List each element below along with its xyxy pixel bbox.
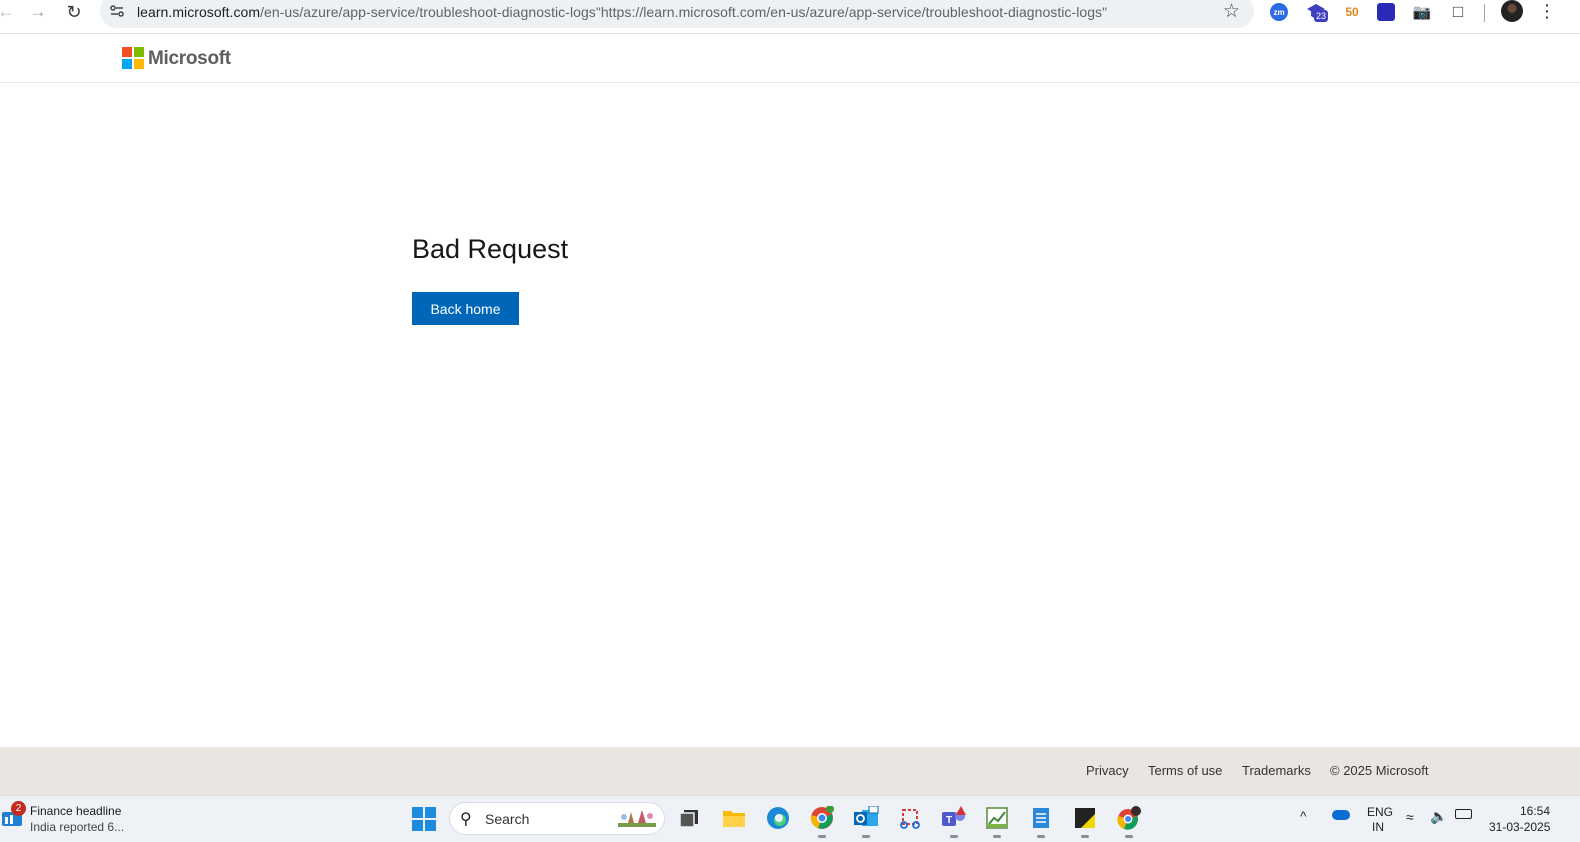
url-path: /en-us/azure/app-service/troubleshoot-di…: [260, 4, 1108, 20]
fifty-extension-icon[interactable]: 50: [1341, 1, 1363, 23]
footer-link-trademarks[interactable]: Trademarks: [1242, 763, 1311, 778]
url-domain: learn.microsoft.com: [137, 4, 261, 20]
snipping-tool-icon[interactable]: [896, 804, 924, 832]
file-explorer-icon[interactable]: [720, 804, 748, 832]
input-region[interactable]: IN: [1372, 820, 1384, 834]
url-text[interactable]: learn.microsoft.com/en-us/azure/app-serv…: [137, 4, 1107, 20]
camera-icon[interactable]: 📷: [1411, 1, 1433, 23]
back-arrow-icon[interactable]: ←: [0, 0, 20, 24]
extension-badge: 23: [1314, 10, 1329, 22]
footer-copyright: © 2025 Microsoft: [1330, 763, 1429, 778]
site-footer: Privacy Terms of use Trademarks © 2025 M…: [0, 747, 1580, 795]
task-view-icon[interactable]: [675, 804, 703, 832]
tray-overflow-chevron-icon[interactable]: ^: [1300, 808, 1307, 824]
search-placeholder: Search: [485, 811, 530, 827]
address-bar[interactable]: learn.microsoft.com/en-us/azure/app-serv…: [100, 0, 1254, 28]
news-badge: 2: [11, 801, 26, 816]
graduation-cap-extension-icon[interactable]: 23: [1305, 1, 1329, 23]
footer-link-privacy[interactable]: Privacy: [1086, 763, 1129, 778]
news-subtitle: India reported 6...: [30, 820, 125, 834]
windows-taskbar: 2 Finance headline India reported 6... ⚲…: [0, 795, 1580, 842]
footer-link-terms[interactable]: Terms of use: [1148, 763, 1222, 778]
chart-extension-icon[interactable]: [1375, 1, 1397, 23]
outlook-icon[interactable]: [852, 804, 880, 838]
reload-icon[interactable]: ↻: [60, 0, 88, 24]
clock-time[interactable]: 16:54: [1520, 804, 1550, 818]
site-header: Microsoft: [0, 35, 1580, 83]
bookmark-star-icon[interactable]: ☆: [1223, 0, 1240, 23]
chrome-icon[interactable]: [808, 804, 836, 838]
search-icon: ⚲: [460, 811, 472, 828]
taskbar-search[interactable]: ⚲ Search: [449, 802, 665, 835]
extensions-puzzle-icon[interactable]: □: [1447, 1, 1469, 23]
edge-browser-icon[interactable]: [764, 804, 792, 832]
wifi-icon[interactable]: ≈: [1406, 809, 1414, 825]
svg-text:T: T: [946, 815, 952, 826]
news-title: Finance headline: [30, 804, 122, 818]
microsoft-logo-icon[interactable]: [122, 47, 144, 69]
sticky-notes-icon[interactable]: [1071, 804, 1099, 838]
browser-menu-icon[interactable]: ⋮: [1538, 1, 1556, 22]
clock-date[interactable]: 31-03-2025: [1489, 820, 1550, 834]
toolbar-divider: [1484, 4, 1485, 22]
back-home-button[interactable]: Back home: [412, 292, 519, 325]
zoom-extension-icon[interactable]: zm: [1268, 1, 1290, 23]
battery-icon[interactable]: [1455, 809, 1472, 819]
notepad-icon[interactable]: [1027, 804, 1055, 838]
page-title: Bad Request: [412, 234, 569, 264]
input-language[interactable]: ENG: [1367, 805, 1393, 819]
spreadsheet-app-icon[interactable]: [983, 804, 1011, 838]
browser-toolbar: ← → ↻ learn.microsoft.com/en-us/azure/ap…: [0, 0, 1580, 34]
microsoft-wordmark[interactable]: Microsoft: [148, 48, 231, 70]
chrome-profile-icon[interactable]: [1115, 804, 1143, 838]
onedrive-cloud-icon[interactable]: [1332, 810, 1350, 820]
windows-start-icon[interactable]: [412, 807, 436, 831]
profile-avatar[interactable]: [1501, 0, 1523, 22]
volume-icon[interactable]: 🔈: [1430, 808, 1447, 825]
zoom-extension-label: zm: [1270, 3, 1288, 21]
site-info-icon[interactable]: [109, 3, 125, 19]
teams-icon[interactable]: T: [940, 804, 968, 838]
search-highlight-icon: [618, 810, 656, 827]
forward-arrow-icon[interactable]: →: [24, 0, 52, 24]
